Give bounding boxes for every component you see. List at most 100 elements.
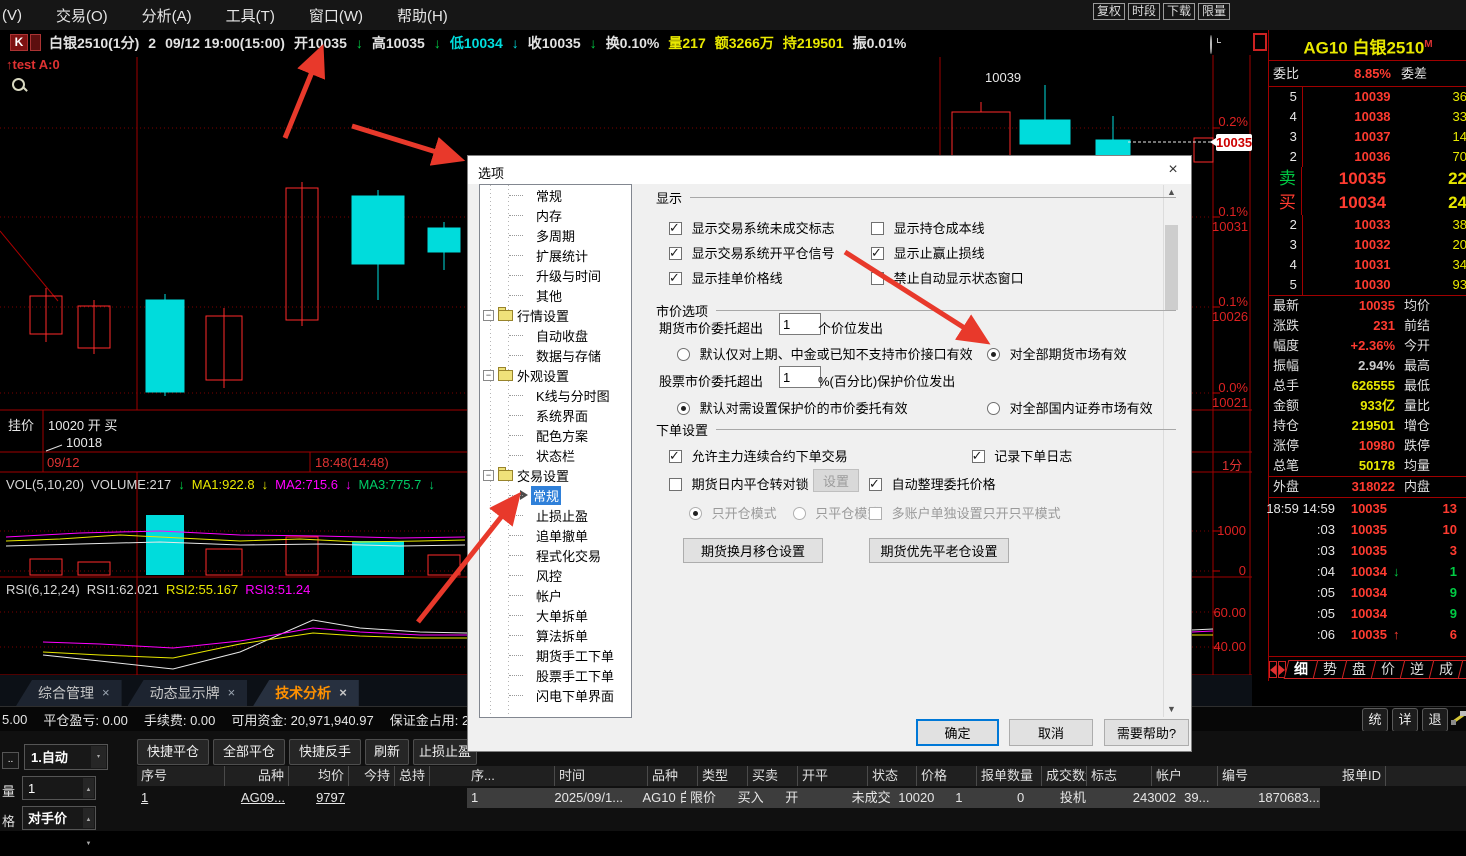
tree-item[interactable]: − 交易设置 xyxy=(480,465,631,485)
menu-item[interactable]: (V) xyxy=(2,7,22,24)
checkbox[interactable] xyxy=(669,245,682,261)
chart-toolbar-button[interactable]: 复权 xyxy=(1093,3,1126,20)
ladder-row[interactable]: 3 10032 20 xyxy=(1269,235,1466,255)
checkbox-option[interactable]: 多账户单独设置只开只平模式 xyxy=(869,503,1061,522)
stepper-arrows-icon[interactable]: ▲▼ xyxy=(83,778,94,817)
tree-item[interactable]: − 内存 xyxy=(480,205,631,225)
exit-button[interactable]: 退 xyxy=(1422,708,1448,732)
checkbox-option[interactable]: 允许主力连续合约下单交易 xyxy=(669,446,848,465)
workspace-tab[interactable]: 动态显示牌 × xyxy=(127,680,248,706)
tab-close-icon[interactable]: × xyxy=(228,680,236,706)
tree-item[interactable]: − 追单撤单 xyxy=(480,525,631,545)
chart-toolbar-button[interactable]: 时段 xyxy=(1128,3,1161,20)
stats-button[interactable]: 统 xyxy=(1362,708,1388,732)
collapse-icon[interactable]: − xyxy=(483,469,494,481)
magnifier-icon[interactable] xyxy=(12,78,25,91)
close-old-first-button[interactable]: 期货优先平老仓设置 xyxy=(869,538,1009,563)
tree-item[interactable]: − 闪电下单界面 xyxy=(480,685,631,705)
ladder-row[interactable]: 5 10039 36 xyxy=(1269,87,1466,107)
radio[interactable] xyxy=(792,507,806,520)
quantity-stepper[interactable]: 1 ▲▼ xyxy=(22,776,96,817)
cancel-button[interactable]: 取消 xyxy=(1009,719,1093,746)
tree-item[interactable]: − 常规 xyxy=(480,185,631,205)
rollover-settings-button[interactable]: 期货换月移仓设置 xyxy=(683,538,823,563)
ladder-row[interactable]: 2 10033 38 xyxy=(1269,215,1466,235)
checkbox[interactable] xyxy=(871,222,884,235)
more-button[interactable]: .. xyxy=(2,752,19,769)
ladder-row[interactable]: 2 10036 70 xyxy=(1269,147,1466,167)
tree-item[interactable]: − 配色方案 xyxy=(480,425,631,445)
tree-item[interactable]: − K线与分时图 xyxy=(480,385,631,405)
checkbox-option[interactable]: 显示交易系统开平仓信号 xyxy=(669,243,871,262)
checkbox[interactable] xyxy=(971,448,985,464)
checkbox[interactable] xyxy=(869,476,882,492)
radio[interactable] xyxy=(677,402,690,415)
position-row[interactable]: 1 AG09... 9797 xyxy=(137,788,467,808)
dialog-title-bar[interactable]: 选项 × xyxy=(468,156,1191,184)
checkbox[interactable] xyxy=(669,220,682,236)
radio-option[interactable]: 默认仅对上期、中金或已知不支持市价接口有效 xyxy=(677,344,973,363)
radio[interactable] xyxy=(677,348,690,361)
tree-item[interactable]: − 风控 xyxy=(480,565,631,585)
tree-item[interactable]: − 扩展统计 xyxy=(480,245,631,265)
chevron-down-icon[interactable]: ▾ xyxy=(91,746,106,768)
tree-item[interactable]: − 多周期 xyxy=(480,225,631,245)
ladder-row[interactable]: 买 10034 24 xyxy=(1269,191,1466,215)
tools-icon[interactable] xyxy=(1450,709,1466,727)
radio-option[interactable]: 对全部国内证券市场有效 xyxy=(987,398,1153,417)
tree-item[interactable]: − 自动收盘 xyxy=(480,325,631,345)
order-row[interactable]: 12025/09/1...AG10 白银25...限价买入开未成交1002010… xyxy=(467,788,1320,808)
workspace-tab[interactable]: 综合管理 × xyxy=(16,680,122,706)
collapse-icon[interactable]: − xyxy=(483,369,494,381)
scroll-down-icon[interactable]: ▼ xyxy=(1164,702,1179,717)
tree-item[interactable]: − 股票手工下单 xyxy=(480,665,631,685)
ladder-row[interactable]: 4 10038 33 xyxy=(1269,107,1466,127)
menu-item[interactable]: 窗口(W) xyxy=(309,5,363,26)
checkbox-option[interactable]: 禁止自动显示状态窗口 xyxy=(871,268,1171,287)
clock-icon[interactable] xyxy=(1210,35,1212,54)
refresh-button[interactable]: 刷新 xyxy=(365,739,409,765)
tree-item[interactable]: − 数据与存储 xyxy=(480,345,631,365)
tree-item[interactable]: − 其他 xyxy=(480,285,631,305)
tree-item[interactable]: − 外观设置 xyxy=(480,365,631,385)
radio[interactable] xyxy=(689,507,702,520)
tree-item[interactable]: − 止损止盈 xyxy=(480,505,631,525)
radio-option[interactable]: 只开仓模式 xyxy=(689,503,777,522)
checkbox-option[interactable]: 期货日内平仓转对锁 xyxy=(669,474,809,493)
detail-button[interactable]: 详 xyxy=(1392,708,1418,732)
quick-close-button[interactable]: 快捷平仓 xyxy=(137,739,209,765)
quick-reverse-button[interactable]: 快捷反手 xyxy=(289,739,361,765)
checkbox-option[interactable]: 自动整理委托价格 xyxy=(869,474,996,493)
tree-item[interactable]: − 系统界面 xyxy=(480,405,631,425)
workspace-tab[interactable]: 技术分析 × xyxy=(253,680,359,706)
radio-option[interactable]: 对全部期货市场有效 xyxy=(987,344,1127,363)
lock-settings-button[interactable]: 设置 xyxy=(813,469,859,492)
ok-button[interactable]: 确定 xyxy=(916,719,999,746)
tree-item[interactable]: − 状态栏 xyxy=(480,445,631,465)
window-icon[interactable] xyxy=(1253,33,1267,51)
radio-option[interactable]: 只平仓模式 xyxy=(792,503,880,522)
futures-slip-input[interactable] xyxy=(779,313,821,335)
checkbox-option[interactable]: 显示挂单价格线 xyxy=(669,268,871,287)
kline-badge[interactable]: K xyxy=(10,34,28,51)
tab-close-icon[interactable]: × xyxy=(102,680,110,706)
close-all-button[interactable]: 全部平仓 xyxy=(213,739,285,765)
checkbox-option[interactable]: 记录下单日志 xyxy=(971,446,1072,465)
ladder-row[interactable]: 3 10037 14 xyxy=(1269,127,1466,147)
chart-toolbar-button[interactable]: 限量 xyxy=(1198,3,1231,20)
stepper-arrows-icon[interactable]: ▲▼ xyxy=(83,808,94,847)
preset-dropdown[interactable]: 1.自动 ▾ xyxy=(24,744,108,770)
checkbox[interactable] xyxy=(669,270,682,286)
radio[interactable] xyxy=(987,348,1000,361)
tree-item[interactable]: − 帐户 xyxy=(480,585,631,605)
menu-item[interactable]: 分析(A) xyxy=(142,5,192,26)
menu-item[interactable]: 工具(T) xyxy=(226,5,275,26)
kline-dropdown-icon[interactable] xyxy=(30,34,41,51)
checkbox[interactable] xyxy=(669,448,682,464)
checkbox-option[interactable]: 显示止赢止损线 xyxy=(871,243,1171,262)
radio-option[interactable]: 默认对需设置保护价的市价委托有效 xyxy=(677,398,908,417)
collapse-icon[interactable]: − xyxy=(483,309,494,321)
menu-item[interactable]: 帮助(H) xyxy=(397,5,448,26)
tree-item[interactable]: − 算法拆单 xyxy=(480,625,631,645)
stock-slip-input[interactable] xyxy=(779,366,821,388)
